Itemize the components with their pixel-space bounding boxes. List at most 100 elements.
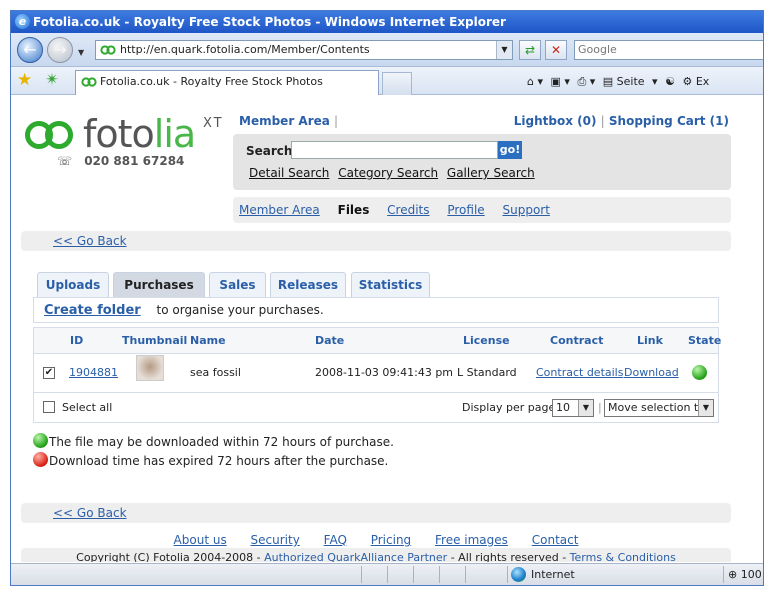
col-state: State [688,334,722,347]
back-button[interactable]: ← [17,37,43,63]
status-divider [507,566,508,583]
footer-security-link[interactable]: Security [251,533,300,547]
table-header: ID Thumbnail Name Date License Contract … [34,328,722,354]
subnav-member-area[interactable]: Member Area [239,203,320,217]
go-back-link-top[interactable]: << Go Back [53,234,127,248]
separator: | [598,401,602,414]
subnav-files[interactable]: Files [338,203,370,217]
rights-text: - All rights reserved - [447,551,570,562]
col-thumbnail: Thumbnail [122,334,188,347]
zoom-level: 100 [740,568,762,581]
print-icon[interactable]: ⎙ ▾ [577,72,595,92]
extras-label: Ex [695,75,710,88]
row-thumbnail[interactable] [136,355,164,381]
col-id[interactable]: ID [70,328,83,354]
subnav-credits[interactable]: Credits [387,203,429,217]
logo-xt: XT [203,116,224,131]
footer-pricing-link[interactable]: Pricing [371,533,411,547]
address-text: http://en.quark.fotolia.com/Member/Conte… [120,43,370,56]
create-folder-link[interactable]: Create folder [44,303,141,318]
new-tab-button[interactable] [382,72,412,95]
address-dropdown-icon[interactable]: ▼ [496,41,512,59]
lightbox-link[interactable]: Lightbox (0) [514,114,597,128]
col-date[interactable]: Date [315,328,344,354]
address-input[interactable]: http://en.quark.fotolia.com/Member/Conte… [95,40,513,60]
footer-free-images-link[interactable]: Free images [435,533,508,547]
per-page-value: 10 [556,401,570,414]
tab-uploads[interactable]: Uploads [37,272,109,298]
gallery-search-link[interactable]: Gallery Search [447,166,535,180]
tab-purchases[interactable]: Purchases [113,272,205,298]
tab-statistics[interactable]: Statistics [351,272,430,298]
forward-button[interactable]: → [47,37,73,63]
footer-about-link[interactable]: About us [174,533,227,547]
web-search-input[interactable]: Google [574,40,763,60]
search-options: Detail Search Category Search Gallery Se… [249,166,540,180]
subnav-profile[interactable]: Profile [447,203,484,217]
terms-link[interactable]: Terms & Conditions [570,551,676,562]
refresh-button[interactable]: ⇄ [519,40,541,60]
page-menu-button[interactable]: ▤ Seite ▾ [603,72,658,92]
search-go-button[interactable]: go! [498,141,522,159]
folder-bar: Create folder to organise your purchases… [33,297,719,323]
internet-zone-icon [511,567,526,582]
search-label: Search [246,144,293,158]
status-divider [465,566,466,583]
footer-faq-link[interactable]: FAQ [324,533,347,547]
phone-number-text: 020 881 67284 [84,154,185,168]
legend-red-text: Download time has expired 72 hours after… [49,454,389,468]
search-input[interactable] [291,141,498,159]
select-all-checkbox[interactable] [43,401,55,413]
browser-window: e Fotolia.co.uk - Royalty Free Stock Pho… [10,10,764,586]
legend-green-text: The file may be downloaded within 72 hou… [49,435,394,449]
tools-gear-icon[interactable]: ⚙ Ex [682,72,713,92]
detail-search-link[interactable]: Detail Search [249,166,329,180]
subnav-support[interactable]: Support [502,203,549,217]
logo-ring-right-icon [45,121,73,149]
go-back-bar-top: << Go Back [21,231,731,251]
zoom-control[interactable]: ⊕ 100 [728,565,762,585]
go-back-bar-bottom: << Go Back [21,503,731,523]
home-icon[interactable]: ⌂ ▾ [527,72,543,92]
footer-links: About us Security FAQ Pricing Free image… [11,533,741,547]
col-license[interactable]: License [463,328,510,354]
member-area-link[interactable]: Member Area [239,114,330,128]
per-page-select[interactable]: 10 ▼ [552,399,594,417]
tab-releases[interactable]: Releases [270,272,346,298]
col-name[interactable]: Name [190,328,226,354]
research-icon[interactable]: ☯ [665,72,675,92]
shopping-cart-link[interactable]: Shopping Cart (1) [609,114,729,128]
stop-icon: ✕ [550,43,562,57]
tab-sales[interactable]: Sales [209,272,266,298]
window-title: Fotolia.co.uk - Royalty Free Stock Photo… [33,15,506,29]
stop-button[interactable]: ✕ [545,40,567,60]
status-bar: Internet ⊕ 100 [11,563,763,585]
table-footer: Select all Display per page: 10 ▼ | Move… [34,394,718,422]
footer-contact-link[interactable]: Contact [532,533,579,547]
page-viewport: fotolia XT ☏ 020 881 67284 Member Area |… [11,96,763,562]
logo-wordmark: fotolia [83,112,196,156]
search-box: Search go! Detail Search Category Search… [233,134,731,190]
telephone-icon: ☏ [57,154,73,168]
move-selection-select[interactable]: Move selection to ▼ [604,399,714,417]
tab-toolbar: ★ ✴ Fotolia.co.uk - Royalty Free Stock P… [11,67,763,95]
fotolia-favicon-icon [100,45,116,55]
go-back-link-bottom[interactable]: << Go Back [53,506,127,520]
category-search-link[interactable]: Category Search [338,166,438,180]
ie-logo-icon: e [15,14,30,29]
chevron-down-icon: ▼ [698,400,713,416]
status-divider [723,566,724,583]
title-bar: e Fotolia.co.uk - Royalty Free Stock Pho… [11,11,763,33]
logo-text-foto: foto [83,112,155,156]
history-dropdown-icon[interactable]: ▼ [78,48,84,57]
favorites-star-icon[interactable]: ★ [17,71,32,89]
partner-link[interactable]: Authorized QuarkAlliance Partner [264,551,447,562]
download-link[interactable]: Download [624,355,679,391]
feeds-icon[interactable]: ▣ ▾ [551,72,570,92]
row-checkbox[interactable]: ✔ [43,367,55,379]
row-id-link[interactable]: 1904881 [69,355,118,391]
add-favorites-icon[interactable]: ✴ [45,71,59,89]
browser-tab-active[interactable]: Fotolia.co.uk - Royalty Free Stock Photo… [75,70,379,95]
row-date: 2008-11-03 09:41:43 pm [315,366,454,379]
contract-details-link[interactable]: Contract details [536,355,623,391]
